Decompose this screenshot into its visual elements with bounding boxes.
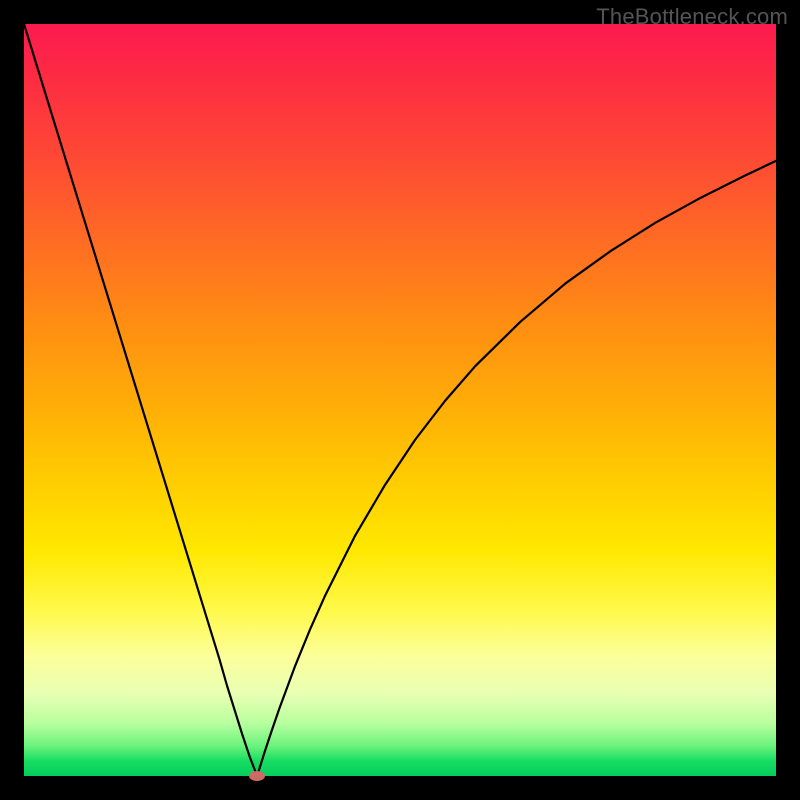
left-branch-line: [24, 24, 257, 776]
right-branch-line: [257, 161, 776, 776]
plot-area: [24, 24, 776, 776]
watermark-text: TheBottleneck.com: [596, 4, 788, 30]
chart-curve: [24, 24, 776, 776]
chart-frame: TheBottleneck.com: [0, 0, 800, 800]
dip-marker: [249, 771, 265, 781]
